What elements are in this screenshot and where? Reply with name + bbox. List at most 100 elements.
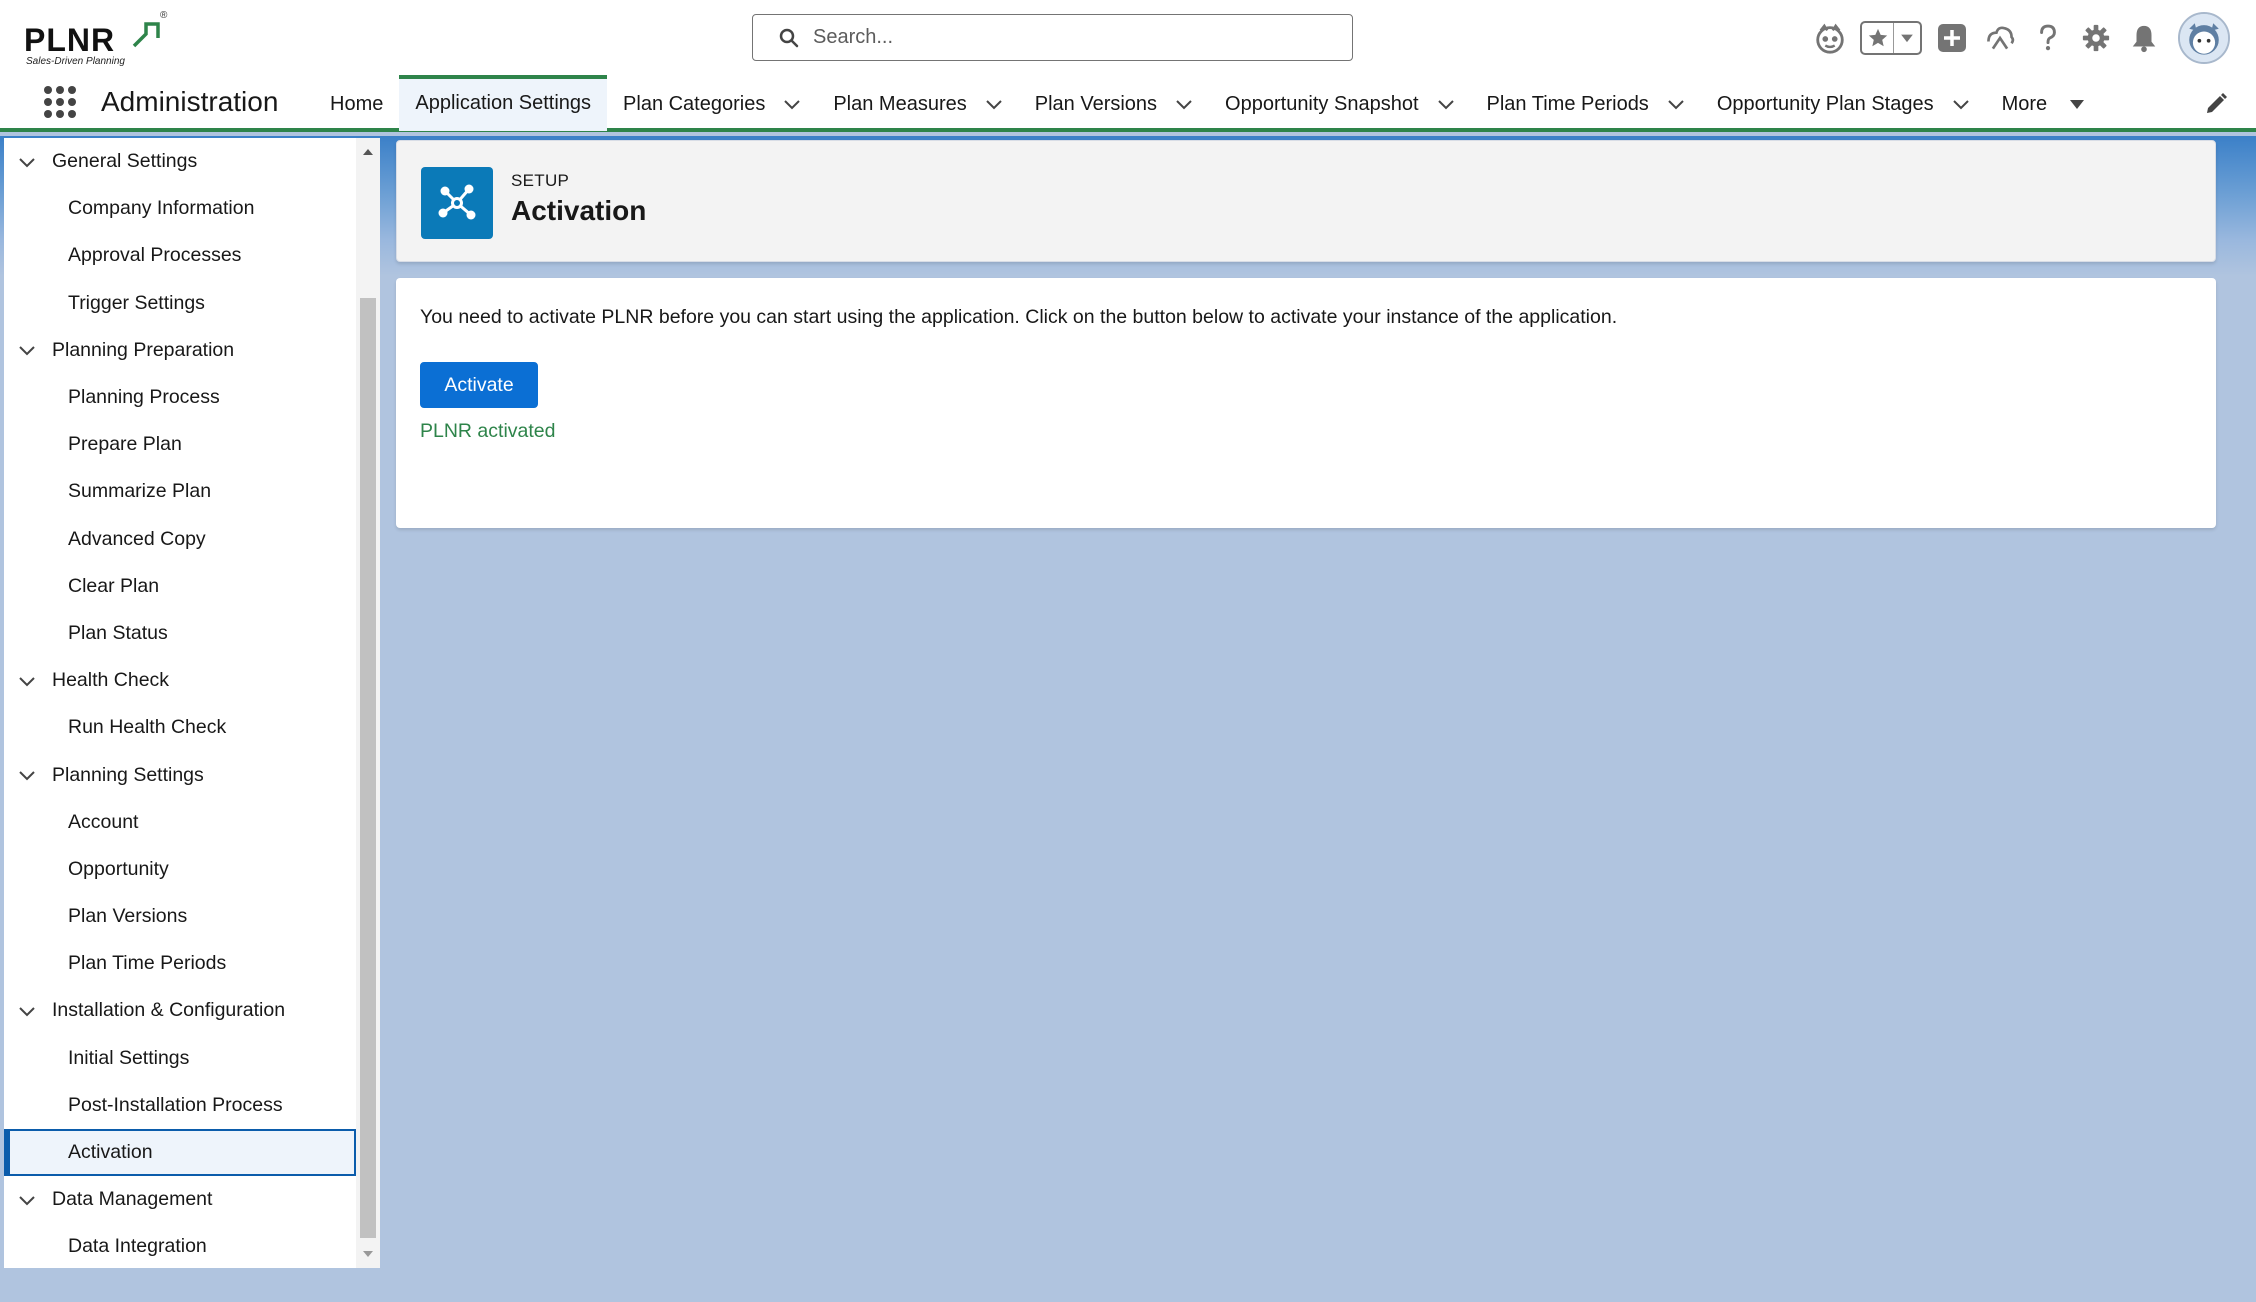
chevron-down-icon[interactable] xyxy=(18,672,36,690)
edit-nav-pencil-icon[interactable] xyxy=(2204,92,2228,116)
favorites-star-icon[interactable] xyxy=(1862,23,1894,53)
tree-item-post-installation-process[interactable]: Post-Installation Process xyxy=(4,1082,356,1129)
tree-item-opportunity[interactable]: Opportunity xyxy=(4,846,356,893)
tree-item-data-integration[interactable]: Data Integration xyxy=(4,1223,356,1270)
nav-tab-plan-measures[interactable]: Plan Measures xyxy=(817,76,1018,132)
tree-group-health-check[interactable]: Health Check xyxy=(4,657,356,704)
caret-down-icon xyxy=(2070,100,2085,109)
tree-item-clear-plan[interactable]: Clear Plan xyxy=(4,563,356,610)
nav-more-label: More xyxy=(2001,92,2048,115)
settings-tree: General Settings Company Information App… xyxy=(4,138,356,1271)
tree-group-general-settings[interactable]: General Settings xyxy=(4,138,356,185)
chevron-down-icon[interactable] xyxy=(1667,95,1685,113)
tree-group-label: Installation & Configuration xyxy=(52,999,286,1022)
tree-item-label: Approval Processes xyxy=(68,244,242,267)
page-header-card: SETUP Activation xyxy=(396,140,2216,262)
trailhead-icon[interactable] xyxy=(1982,20,2018,56)
global-search[interactable] xyxy=(752,14,1353,61)
search-input[interactable] xyxy=(813,26,1352,49)
chevron-down-icon[interactable] xyxy=(985,95,1003,113)
tree-item-label: Activation xyxy=(68,1141,153,1164)
tree-item-label: Company Information xyxy=(68,197,255,220)
chevron-down-icon[interactable] xyxy=(18,153,36,171)
tree-item-activation[interactable]: Activation xyxy=(4,1128,356,1177)
tree-group-label: Planning Settings xyxy=(52,763,204,786)
tree-item-label: Run Health Check xyxy=(68,716,227,739)
nav-tab-opportunity-plan-stages[interactable]: Opportunity Plan Stages xyxy=(1701,76,1986,132)
global-add-icon[interactable] xyxy=(1934,20,1970,56)
scroll-up-arrow-icon[interactable] xyxy=(362,146,374,158)
tree-group-label: General Settings xyxy=(52,150,198,173)
tree-group-data-management[interactable]: Data Management xyxy=(4,1176,356,1223)
tree-item-label: Summarize Plan xyxy=(68,480,212,503)
setup-gear-icon[interactable] xyxy=(2078,20,2114,56)
scroll-down-arrow-icon[interactable] xyxy=(362,1248,374,1260)
tree-item-label: Initial Settings xyxy=(68,1046,190,1069)
tree-item-approval-processes[interactable]: Approval Processes xyxy=(4,232,356,279)
app-launcher-icon[interactable] xyxy=(42,84,78,120)
tree-group-label: Planning Preparation xyxy=(52,338,235,361)
tree-item-plan-versions[interactable]: Plan Versions xyxy=(4,893,356,940)
nav-tab-plan-categories[interactable]: Plan Categories xyxy=(607,76,817,132)
activation-status: PLNR activated xyxy=(420,420,556,442)
tree-item-prepare-plan[interactable]: Prepare Plan xyxy=(4,421,356,468)
chevron-down-icon[interactable] xyxy=(1437,95,1455,113)
scrollbar-thumb[interactable] xyxy=(360,298,376,1238)
nav-tab-label: Plan Versions xyxy=(1034,92,1158,115)
nav-items: Home Application Settings Plan Categorie… xyxy=(314,75,2102,132)
tree-item-label: Account xyxy=(68,810,139,833)
sidebar-scrollbar[interactable] xyxy=(356,138,380,1268)
chevron-down-icon[interactable] xyxy=(18,1002,36,1020)
search-icon xyxy=(779,28,799,47)
nav-tab-home[interactable]: Home xyxy=(314,76,399,132)
tree-item-label: Planning Process xyxy=(68,386,220,409)
tree-item-company-information[interactable]: Company Information xyxy=(4,185,356,232)
favorites-menu-icon[interactable] xyxy=(1894,23,1920,53)
tree-item-label: Advanced Copy xyxy=(68,527,206,550)
tree-item-summarize-plan[interactable]: Summarize Plan xyxy=(4,468,356,515)
tree-item-planning-process[interactable]: Planning Process xyxy=(4,374,356,421)
app-nav-bar: Administration Home Application Settings… xyxy=(0,75,2256,132)
chevron-down-icon[interactable] xyxy=(18,341,36,359)
nav-tab-plan-time-periods[interactable]: Plan Time Periods xyxy=(1471,76,1701,132)
settings-sidebar: General Settings Company Information App… xyxy=(4,138,380,1268)
logo-tagline: Sales-Driven Planning xyxy=(26,56,125,67)
tree-item-plan-time-periods[interactable]: Plan Time Periods xyxy=(4,940,356,987)
help-icon[interactable] xyxy=(2030,20,2066,56)
registered-mark: ® xyxy=(160,10,168,21)
logo-text: PLNR xyxy=(24,22,116,58)
tree-item-label: Plan Versions xyxy=(68,905,188,928)
nav-tab-plan-versions[interactable]: Plan Versions xyxy=(1019,76,1209,132)
tree-item-advanced-copy[interactable]: Advanced Copy xyxy=(4,516,356,563)
tree-item-label: Trigger Settings xyxy=(68,291,205,314)
tree-item-initial-settings[interactable]: Initial Settings xyxy=(4,1035,356,1082)
tree-item-plan-status[interactable]: Plan Status xyxy=(4,610,356,657)
app-name: Administration xyxy=(101,86,279,117)
tree-group-installation-configuration[interactable]: Installation & Configuration xyxy=(4,987,356,1034)
tree-item-trigger-settings[interactable]: Trigger Settings xyxy=(4,280,356,327)
activate-button[interactable]: Activate xyxy=(420,362,538,408)
tree-group-planning-settings[interactable]: Planning Settings xyxy=(4,751,356,798)
tree-item-label: Plan Time Periods xyxy=(68,952,227,975)
notifications-bell-icon[interactable] xyxy=(2126,20,2162,56)
chevron-down-icon[interactable] xyxy=(1175,95,1193,113)
favorites-group xyxy=(1860,21,1922,55)
tree-group-planning-preparation[interactable]: Planning Preparation xyxy=(4,327,356,374)
chevron-down-icon[interactable] xyxy=(18,766,36,784)
tree-item-label: Post-Installation Process xyxy=(68,1093,283,1116)
nav-tab-label: Plan Categories xyxy=(623,92,766,115)
user-avatar[interactable] xyxy=(2178,12,2230,64)
nav-tab-application-settings[interactable]: Application Settings xyxy=(399,75,608,131)
nav-tab-opportunity-snapshot[interactable]: Opportunity Snapshot xyxy=(1209,76,1470,132)
plnr-logo[interactable]: PLNR Sales-Driven Planning ® xyxy=(24,10,167,68)
chevron-down-icon[interactable] xyxy=(1952,95,1970,113)
tree-item-account[interactable]: Account xyxy=(4,799,356,846)
chevron-down-icon[interactable] xyxy=(783,95,801,113)
nav-more-menu[interactable]: More xyxy=(1986,76,2102,132)
header-icons xyxy=(1800,10,2230,66)
nav-tab-label: Plan Time Periods xyxy=(1486,92,1649,115)
einstein-icon[interactable] xyxy=(1812,20,1848,56)
chevron-down-icon[interactable] xyxy=(18,1191,36,1209)
tree-item-run-health-check[interactable]: Run Health Check xyxy=(4,704,356,751)
activation-network-icon xyxy=(421,167,493,239)
